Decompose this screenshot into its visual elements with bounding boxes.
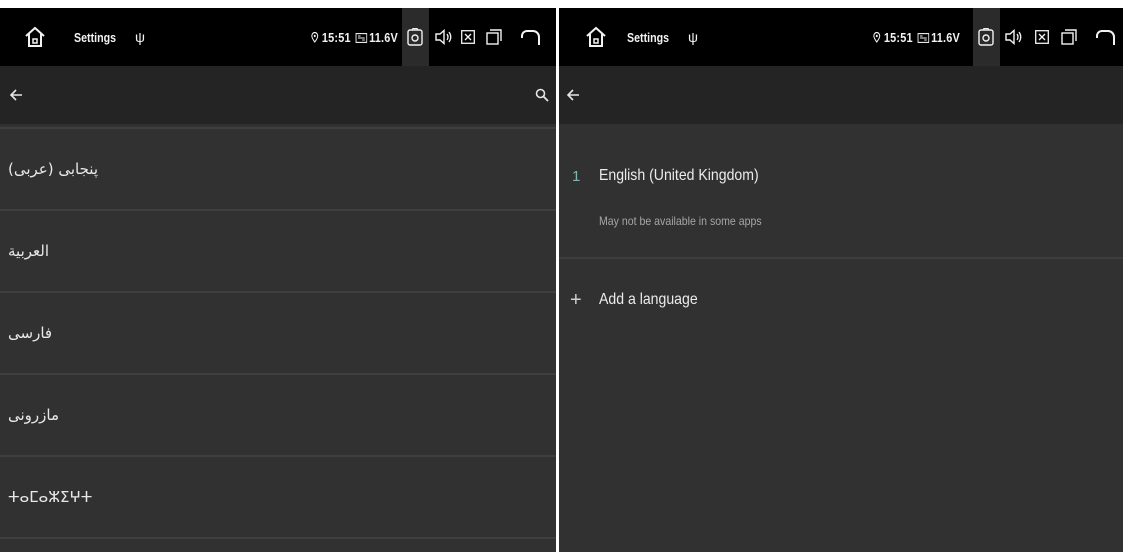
app-bar [0, 66, 556, 124]
add-language-button[interactable]: + Add a language [559, 288, 1123, 328]
close-app-icon[interactable] [461, 8, 475, 66]
clock-time: 15:51 [883, 29, 913, 45]
battery-icon [917, 32, 930, 43]
back-arrow-icon[interactable] [521, 8, 541, 66]
voltage-readout: 11.6V [931, 29, 960, 45]
home-icon[interactable] [584, 8, 608, 66]
location-icon [873, 31, 881, 43]
language-preferences-panel: Settings ψ 15:51 11.6V 1 English (United… [559, 8, 1123, 552]
usb-icon: ψ [135, 29, 145, 45]
language-rank: 1 [572, 168, 581, 185]
status-bar-time-voltage: 15:51 11.6V [873, 8, 960, 66]
language-label: ⵜⴰⵎⴰⵣⵉⵖⵜ [8, 488, 93, 506]
list-divider [559, 257, 1123, 259]
screenshot-icon[interactable] [978, 8, 994, 66]
status-bar-title: Settings [627, 29, 670, 45]
volume-icon[interactable] [435, 8, 453, 66]
language-option-persian[interactable]: فارسی [0, 293, 556, 375]
volume-icon[interactable] [1005, 8, 1023, 66]
recent-apps-icon[interactable] [486, 8, 502, 66]
arrow-left-icon[interactable] [561, 83, 585, 107]
battery-icon [355, 32, 368, 43]
usb-icon: ψ [688, 29, 698, 45]
language-availability-note: May not be available in some apps [599, 214, 762, 228]
clock-time: 15:51 [321, 29, 351, 45]
language-label: العربية [8, 242, 49, 260]
language-label: فارسی [8, 324, 53, 342]
language-option-mazanderani[interactable]: مازرونی [0, 375, 556, 457]
language-option-punjabi-arabic[interactable]: پنجابی (عربی) [0, 129, 556, 211]
add-language-label: Add a language [599, 291, 698, 308]
screenshot-icon[interactable] [407, 8, 423, 66]
status-bar-title: Settings [74, 29, 117, 45]
language-list: پنجابی (عربی) العربية فارسی مازرونی ⵜⴰⵎⴰ… [0, 127, 556, 539]
search-icon[interactable] [530, 83, 554, 107]
back-arrow-icon[interactable] [1096, 8, 1116, 66]
app-bar [559, 66, 1123, 124]
arrow-left-icon[interactable] [4, 83, 28, 107]
recent-apps-icon[interactable] [1061, 8, 1077, 66]
voltage-readout: 11.6V [369, 29, 398, 45]
status-bar-time-voltage: 15:51 11.6V [311, 8, 398, 66]
status-bar: Settings ψ 15:51 11.6V [0, 8, 556, 66]
plus-icon: + [570, 289, 582, 311]
home-icon[interactable] [23, 8, 47, 66]
close-app-icon[interactable] [1035, 8, 1049, 66]
status-bar: Settings ψ 15:51 11.6V [559, 8, 1123, 66]
language-picker-panel: Settings ψ 15:51 11.6V پنجابی (عربی) الع… [0, 8, 556, 552]
language-label: پنجابی (عربی) [8, 160, 99, 178]
language-name: English (United Kingdom) [599, 167, 759, 184]
language-option-tamazight[interactable]: ⵜⴰⵎⴰⵣⵉⵖⵜ [0, 457, 556, 539]
language-label: مازرونی [8, 406, 60, 424]
location-icon [311, 31, 319, 43]
language-option-arabic[interactable]: العربية [0, 211, 556, 293]
selected-language-item[interactable]: 1 English (United Kingdom) May not be av… [559, 148, 1123, 258]
